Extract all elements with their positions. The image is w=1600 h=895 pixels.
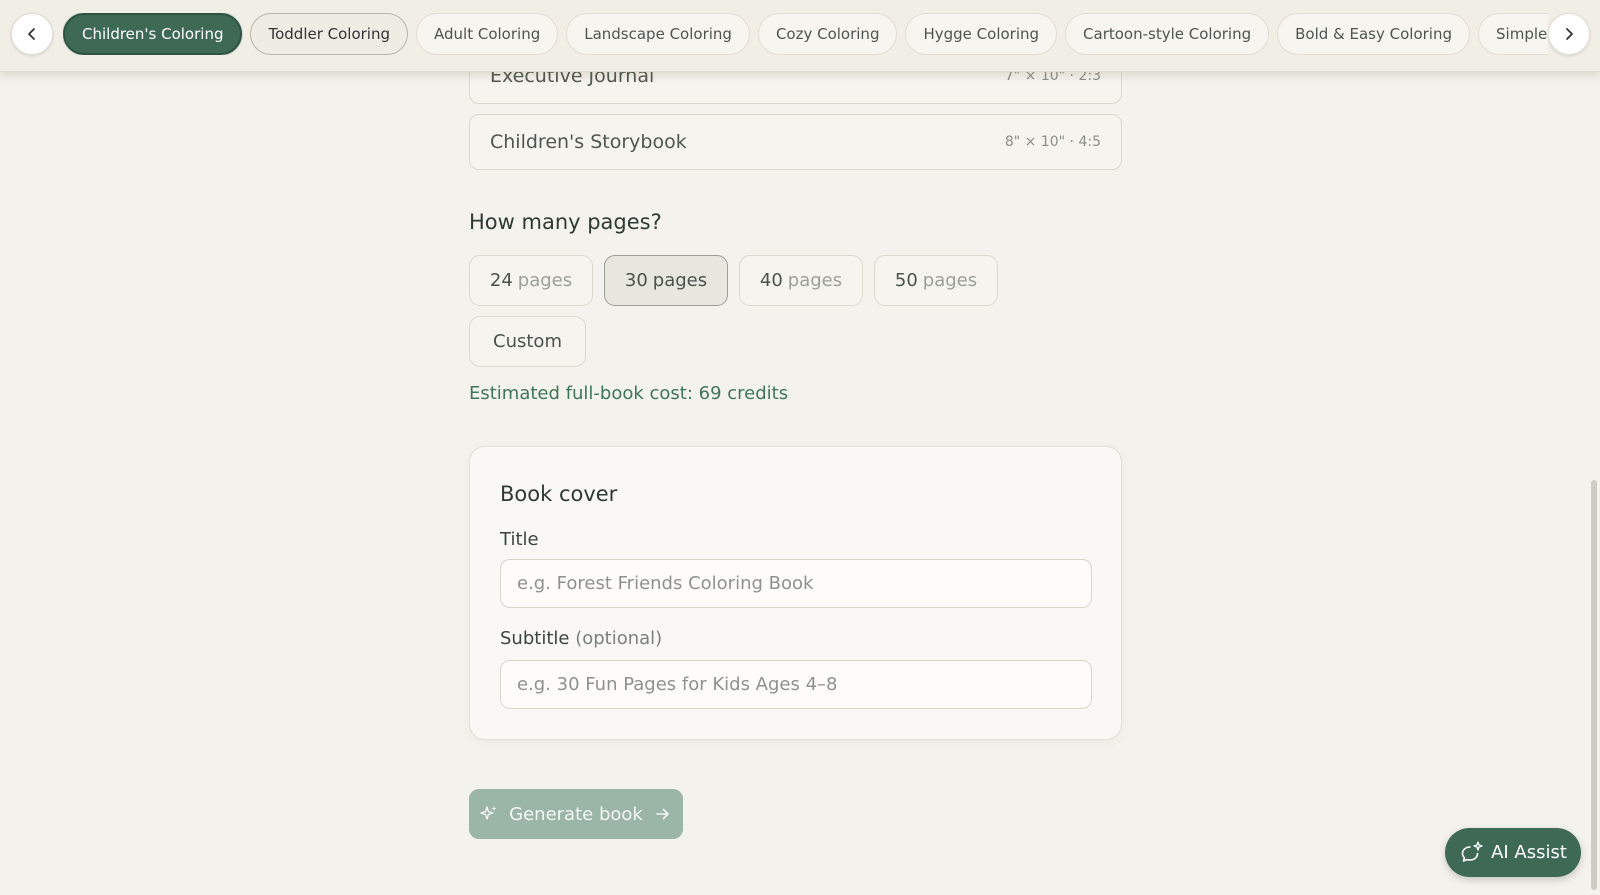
generate-book-label: Generate book	[509, 803, 643, 825]
page-unit: pages	[787, 270, 843, 291]
category-chip[interactable]: Adult Coloring	[416, 13, 559, 55]
category-bar: Children's Coloring Toddler Coloring Adult…	[0, 0, 1600, 72]
arrow-right-icon	[656, 808, 669, 820]
optional-hint: (optional)	[575, 628, 663, 649]
category-chip[interactable]: Cozy Coloring	[757, 13, 898, 55]
scroll-right-button[interactable]	[1548, 13, 1590, 55]
scroll-left-button[interactable]	[11, 13, 53, 55]
sparkle-icon	[480, 806, 497, 820]
subtitle-label: Subtitle (optional)	[500, 628, 662, 649]
subtitle-input[interactable]	[500, 660, 1092, 709]
page-unit: pages	[652, 270, 708, 291]
category-chip[interactable]: Children's Coloring	[63, 13, 243, 55]
page-unit: pages	[922, 270, 978, 291]
page-option-custom[interactable]: Custom	[469, 316, 586, 367]
chevron-right-icon	[1566, 28, 1573, 40]
page-count: 30	[624, 270, 648, 291]
subtitle-label-text: Subtitle	[500, 628, 570, 649]
page-option-30[interactable]: 30 pages	[604, 255, 728, 306]
book-cover-card: Book cover Title Subtitle (optional)	[469, 446, 1122, 740]
page-count: 40	[759, 270, 783, 291]
category-chips: Children's Coloring Toddler Coloring Adult…	[63, 13, 1548, 55]
format-name: Children's Storybook	[490, 131, 687, 153]
category-chip[interactable]: Toddler Coloring	[250, 13, 409, 55]
chat-sparkle-icon	[1461, 840, 1483, 862]
page-count: 24	[489, 270, 513, 291]
chevron-left-icon	[28, 28, 35, 40]
category-chip[interactable]: Simple Mandala Coloring	[1478, 13, 1548, 55]
cover-heading: Book cover	[500, 482, 618, 506]
generate-book-button[interactable]: Generate book	[469, 789, 683, 839]
custom-label: Custom	[493, 331, 562, 352]
estimated-cost: Estimated full-book cost: 69 credits	[469, 383, 789, 404]
ai-assist-label: AI Assist	[1491, 842, 1567, 863]
page-count: 50	[894, 270, 918, 291]
title-input[interactable]	[500, 559, 1092, 608]
ai-assist-button[interactable]: AI Assist	[1445, 828, 1581, 877]
page-scrollbar-thumb[interactable]	[1591, 480, 1597, 890]
page-option-24[interactable]: 24 pages	[469, 255, 593, 306]
category-chip[interactable]: Bold & Easy Coloring	[1277, 13, 1471, 55]
page-option-50[interactable]: 50 pages	[874, 255, 998, 306]
page-unit: pages	[517, 270, 573, 291]
pages-heading: How many pages?	[469, 210, 662, 234]
title-label: Title	[500, 529, 539, 550]
category-chip[interactable]: Landscape Coloring	[566, 13, 750, 55]
page-option-40[interactable]: 40 pages	[739, 255, 863, 306]
format-option-childrens-storybook[interactable]: Children's Storybook 8" × 10" · 4:5	[469, 114, 1122, 170]
category-chip[interactable]: Cartoon-style Coloring	[1065, 13, 1270, 55]
format-size: 8" × 10" · 4:5	[1004, 134, 1101, 150]
category-chip[interactable]: Hygge Coloring	[905, 13, 1058, 55]
